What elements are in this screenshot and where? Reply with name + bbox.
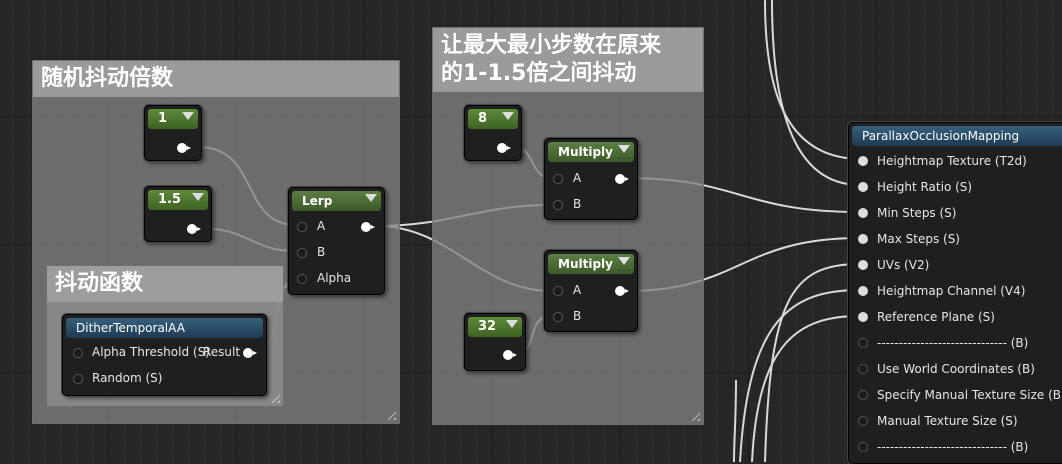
input-pin-alpha-threshold[interactable] — [73, 348, 83, 358]
pom-input-label: UVs (V2) — [877, 258, 930, 272]
node-title: DitherTemporalAA — [66, 318, 263, 338]
output-pin[interactable] — [503, 350, 517, 360]
pom-input-pin[interactable] — [858, 234, 868, 244]
node-title: ParallaxOcclusionMapping — [852, 126, 1062, 146]
resize-handle[interactable] — [268, 391, 280, 403]
pom-input-pin[interactable] — [858, 442, 868, 452]
pom-input-pin[interactable] — [858, 364, 868, 374]
input-pin-alpha[interactable] — [297, 274, 307, 284]
pom-input-pin[interactable] — [858, 338, 868, 348]
input-pin-a[interactable] — [297, 222, 307, 232]
output-pin[interactable] — [615, 286, 629, 296]
input-pin-b[interactable] — [297, 248, 307, 258]
pom-input-pin[interactable] — [858, 416, 868, 426]
pom-input-pin[interactable] — [858, 286, 868, 296]
pom-input-label: Heightmap Texture (T2d) — [877, 154, 1027, 168]
output-pin[interactable] — [177, 143, 191, 153]
output-pin[interactable] — [361, 222, 375, 232]
collapse-arrow-icon[interactable] — [192, 193, 204, 201]
pom-input-label: ------------------------------ (B) — [877, 336, 1029, 350]
pin-label-b: B — [317, 245, 326, 259]
pom-input-label: Use World Coordinates (B) — [877, 362, 1035, 376]
output-pin[interactable] — [187, 224, 201, 234]
wire-offscreen-heightratio — [771, 0, 861, 186]
constant-node-1[interactable]: 1 — [144, 105, 202, 161]
multiply-node-2[interactable]: Multiply A B — [544, 250, 638, 332]
wire-offscreen-channel — [739, 289, 861, 462]
dither-temporal-aa-node[interactable]: DitherTemporalAA Alpha Threshold (S) Res… — [62, 314, 267, 396]
input-pin-a[interactable] — [553, 286, 563, 296]
wire-lower-left — [733, 379, 737, 462]
collapse-arrow-icon[interactable] — [506, 320, 518, 328]
collapse-arrow-icon[interactable] — [182, 112, 194, 120]
pom-input-pin[interactable] — [858, 208, 868, 218]
collapse-arrow-icon[interactable] — [618, 145, 630, 153]
pin-label-a: A — [573, 283, 582, 297]
wire-offscreen-heightmap — [764, 0, 861, 160]
pom-input-pin[interactable] — [858, 182, 868, 192]
comment-title: 随机抖动倍数 — [33, 61, 399, 97]
pin-label-alpha-threshold: Alpha Threshold (S) — [92, 345, 210, 359]
output-pin[interactable] — [497, 143, 511, 153]
pom-input-label: Height Ratio (S) — [877, 180, 973, 194]
parallax-occlusion-mapping-node[interactable]: ParallaxOcclusionMapping Heightmap Textu… — [848, 122, 1062, 464]
pom-input-pin[interactable] — [858, 156, 868, 166]
resize-handle[interactable] — [384, 408, 396, 420]
input-pin-random[interactable] — [73, 374, 83, 384]
pin-label-a: A — [317, 219, 326, 233]
wire-offscreen-refplane — [751, 315, 861, 462]
constant-node-1-5[interactable]: 1.5 — [144, 186, 212, 242]
input-pin-b[interactable] — [553, 312, 563, 322]
comment-title: 让最大最小步数在原来 的1-1.5倍之间抖动 — [433, 28, 703, 92]
collapse-arrow-icon[interactable] — [502, 112, 514, 120]
pom-input-label: Specify Manual Texture Size (B) — [877, 388, 1062, 402]
pom-input-pin[interactable] — [858, 390, 868, 400]
pin-label-b: B — [573, 197, 582, 211]
constant-node-8[interactable]: 8 — [464, 105, 522, 161]
pom-input-label: Max Steps (S) — [877, 232, 960, 246]
pin-label-alpha: Alpha — [317, 271, 352, 285]
comment-title: 抖动函数 — [47, 266, 283, 302]
pom-input-label: Manual Texture Size (S) — [877, 414, 1018, 428]
pom-input-label: Reference Plane (S) — [877, 310, 995, 324]
multiply-node-1[interactable]: Multiply A B — [544, 138, 638, 220]
pin-label-a: A — [573, 171, 582, 185]
pom-input-label: Min Steps (S) — [877, 206, 957, 220]
pom-input-pin[interactable] — [858, 312, 868, 322]
pin-label-random: Random (S) — [92, 371, 163, 385]
pin-label-b: B — [573, 309, 582, 323]
pom-input-pin[interactable] — [858, 260, 868, 270]
lerp-node[interactable]: Lerp A B Alpha — [288, 187, 385, 295]
pin-label-result: Result — [203, 345, 241, 359]
constant-node-32[interactable]: 32 — [464, 313, 526, 371]
pom-input-label: ------------------------------ (B) — [877, 440, 1029, 454]
wire-offscreen-uvs — [764, 263, 861, 462]
input-pin-a[interactable] — [553, 174, 563, 184]
input-pin-b[interactable] — [553, 200, 563, 210]
output-pin-result[interactable] — [243, 348, 257, 358]
collapse-arrow-icon[interactable] — [365, 194, 377, 202]
resize-handle[interactable] — [688, 409, 700, 421]
output-pin[interactable] — [615, 174, 629, 184]
collapse-arrow-icon[interactable] — [618, 257, 630, 265]
pom-input-label: Heightmap Channel (V4) — [877, 284, 1026, 298]
